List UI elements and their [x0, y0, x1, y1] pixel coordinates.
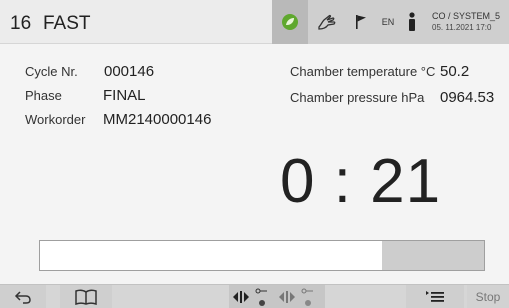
manual-mode-button[interactable]: [308, 0, 348, 44]
workorder-value: MM2140000146: [103, 111, 212, 128]
progress-fill: [40, 241, 382, 270]
language-selector[interactable]: EN: [374, 0, 402, 44]
footer-bar: Stop: [0, 284, 509, 308]
user-icon: [409, 12, 415, 31]
user-name: CO / SYSTEM_5: [432, 11, 501, 21]
hand-icon: [318, 14, 336, 30]
chamber-pressure-value: 0964.53: [440, 89, 495, 106]
workorder-label: Workorder: [25, 112, 86, 127]
cycle-progress-bar: [39, 240, 485, 271]
eco-status-button[interactable]: [272, 0, 308, 44]
back-button[interactable]: [0, 285, 46, 308]
date-time: 05. 11.2021 17:0: [432, 23, 492, 32]
chamber-temperature-value: 50.2: [440, 63, 470, 80]
user-button[interactable]: [402, 0, 422, 44]
flag-icon: [356, 15, 366, 29]
flag-button[interactable]: [348, 0, 374, 44]
stop-button[interactable]: Stop: [467, 285, 509, 308]
menu-list-icon: [426, 291, 444, 302]
back-icon: [14, 291, 31, 304]
door-control-icon: [233, 288, 313, 306]
remaining-time: 0 : 21: [280, 147, 442, 216]
program-name: FAST: [43, 13, 91, 34]
manual-book-icon: [75, 289, 97, 305]
menu-list-button[interactable]: [406, 285, 464, 308]
phase-value: FINAL: [103, 87, 146, 104]
cycle-nr-value: 000146: [104, 63, 155, 80]
key-icon: [255, 288, 267, 306]
user-info: CO / SYSTEM_5 05. 11.2021 17:0: [432, 11, 509, 33]
phase-label: Phase: [25, 88, 62, 103]
program-number: 16: [10, 13, 32, 34]
chamber-pressure-label: Chamber pressure hPa: [290, 90, 425, 105]
cycle-nr-label: Cycle Nr.: [25, 64, 78, 79]
manual-button[interactable]: [60, 285, 112, 308]
door-control-group[interactable]: [229, 285, 325, 308]
header-bar: 16 FAST EN CO / SYSTEM_5 05. 11.2021 17:…: [0, 0, 509, 44]
chamber-temperature-label: Chamber temperature °C: [290, 64, 436, 79]
leaf-icon: [282, 14, 298, 30]
